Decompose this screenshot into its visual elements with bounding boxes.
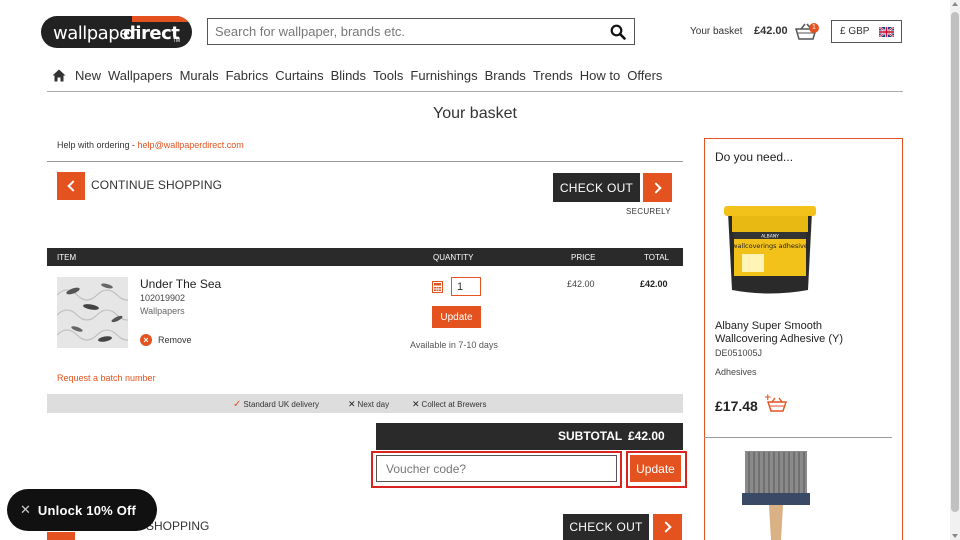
delivery-option-next-day: ✕ Next day (348, 399, 389, 410)
nav-item-murals[interactable]: Murals (180, 68, 219, 83)
remove-item-button[interactable]: × Remove (140, 334, 192, 346)
page-title: Your basket (433, 105, 517, 122)
basket-label[interactable]: Your basket (690, 26, 742, 37)
basket-table-header: ITEM QUANTITY PRICE TOTAL (47, 248, 683, 266)
continue-shopping-link-bottom[interactable]: SHOPPING (146, 519, 209, 533)
delivery-option-standard: ✓ Standard UK delivery (233, 399, 319, 410)
help-email-link[interactable]: help@wallpaperdirect.com (138, 140, 244, 150)
item-price: £42.00 (567, 279, 595, 289)
item-total: £42.00 (640, 279, 668, 289)
currency-label: £ GBP (840, 26, 870, 37)
nav-item-fabrics[interactable]: Fabrics (226, 68, 269, 83)
chevron-left-icon (66, 180, 79, 192)
unlock-discount-label: Unlock 10% Off (37, 502, 137, 518)
upsell-product-name[interactable]: Albany Super Smooth Wallcovering Adhesiv… (715, 320, 865, 346)
tub-brand-text: ALBANY (761, 234, 779, 240)
nav-item-curtains[interactable]: Curtains (275, 68, 323, 83)
search-input[interactable] (208, 19, 588, 44)
add-to-basket-icon[interactable]: + (764, 393, 788, 412)
nav-item-how-to[interactable]: How to (580, 68, 620, 83)
close-icon[interactable]: ✕ (20, 502, 31, 518)
check-icon: ✓ (233, 399, 242, 410)
adhesive-tub-image[interactable]: ALBANY wallcoverings adhesive (722, 198, 818, 298)
tub-label-text: wallcoverings adhesive (732, 242, 808, 250)
remove-icon: × (140, 334, 152, 346)
voucher-code-input[interactable] (376, 455, 617, 482)
cross-icon: ✕ (348, 399, 356, 409)
nav-item-offers[interactable]: Offers (627, 68, 662, 83)
checkout-arrow-button-bottom[interactable] (653, 514, 682, 540)
product-name-link[interactable]: Under The Sea (140, 277, 221, 291)
subtotal-label: SUBTOTAL (558, 429, 623, 443)
upsell-product-code: DE051005J (715, 348, 763, 358)
chevron-right-icon (660, 521, 672, 533)
delivery-options-bar: ✓ Standard UK delivery ✕ Next day ✕ Coll… (47, 394, 683, 413)
product-thumbnail[interactable] (57, 277, 128, 348)
paint-brush-image[interactable] (739, 449, 813, 540)
upsell-divider (704, 437, 892, 438)
col-header-quantity: QUANTITY (433, 253, 474, 262)
delivery-option-label: Standard UK delivery (243, 400, 319, 409)
home-icon[interactable] (52, 69, 66, 82)
continue-shopping-arrow-button-bottom[interactable] (47, 532, 75, 540)
nav-item-new[interactable]: New (75, 68, 101, 83)
upsell-product-category: Adhesives (715, 367, 757, 377)
col-header-price: PRICE (571, 253, 596, 262)
section-divider (47, 161, 683, 162)
unlock-discount-pill[interactable]: ✕ Unlock 10% Off (7, 489, 157, 531)
checkout-button-bottom[interactable]: CHECK OUT (563, 514, 649, 540)
scroll-thumb[interactable] (951, 12, 959, 512)
logo-trademark: TM (172, 38, 180, 44)
continue-shopping-link[interactable]: CONTINUE SHOPPING (91, 178, 222, 192)
under-the-sea-pattern (57, 277, 128, 348)
col-header-total: TOTAL (644, 253, 670, 262)
scroll-down-arrow-icon[interactable] (952, 534, 958, 538)
checkout-button-top[interactable]: CHECK OUT (553, 173, 640, 202)
basket-count-badge: 1 (809, 23, 819, 33)
help-line: Help with ordering - help@wallpaperdirec… (57, 140, 244, 150)
search-icon[interactable] (610, 24, 626, 40)
securely-label: SECURELY (626, 207, 671, 216)
availability-text: Available in 7-10 days (410, 340, 498, 350)
upsell-product-price: £17.48 (715, 398, 758, 414)
cross-icon: ✕ (412, 399, 420, 409)
update-quantity-button[interactable]: Update (432, 306, 481, 328)
remove-label: Remove (158, 335, 192, 345)
subtotal-bar: SUBTOTAL £42.00 (376, 423, 683, 450)
nav-item-trends[interactable]: Trends (533, 68, 573, 83)
product-category: Wallpapers (140, 306, 185, 316)
chevron-right-icon (650, 181, 662, 194)
logo-accent (132, 16, 192, 22)
search-box (207, 18, 635, 45)
calculator-icon[interactable] (432, 281, 443, 293)
checkout-arrow-button-top[interactable] (643, 173, 672, 202)
voucher-update-button[interactable]: Update (630, 455, 681, 482)
product-code: 102019902 (140, 293, 186, 303)
nav-item-tools[interactable]: Tools (373, 68, 403, 83)
delivery-option-label: Next day (357, 400, 390, 409)
nav-item-wallpapers[interactable]: Wallpapers (108, 68, 173, 83)
currency-selector[interactable]: £ GBP (831, 20, 902, 43)
upsell-title: Do you need... (715, 150, 794, 164)
delivery-option-collect: ✕ Collect at Brewers (412, 399, 486, 410)
page-scrollbar[interactable] (950, 0, 960, 540)
nav-item-blinds[interactable]: Blinds (331, 68, 366, 83)
basket-total[interactable]: £42.00 (754, 25, 788, 37)
help-text: Help with ordering - (57, 140, 138, 150)
uk-flag-icon (879, 27, 894, 37)
nav-divider (47, 91, 903, 92)
site-logo[interactable]: wallpaper direct TM (41, 16, 192, 48)
col-header-item: ITEM (57, 253, 77, 262)
nav-item-brands[interactable]: Brands (485, 68, 526, 83)
main-nav: New Wallpapers Murals Fabrics Curtains B… (52, 66, 669, 84)
logo-text-direct: direct (123, 23, 180, 44)
subtotal-value: £42.00 (628, 429, 665, 443)
request-batch-link[interactable]: Request a batch number (57, 373, 156, 383)
scroll-up-arrow-icon[interactable] (952, 2, 958, 6)
quantity-input[interactable] (451, 277, 481, 296)
continue-shopping-arrow-button[interactable] (57, 172, 85, 200)
nav-item-furnishings[interactable]: Furnishings (410, 68, 477, 83)
delivery-option-label: Collect at Brewers (421, 400, 487, 409)
